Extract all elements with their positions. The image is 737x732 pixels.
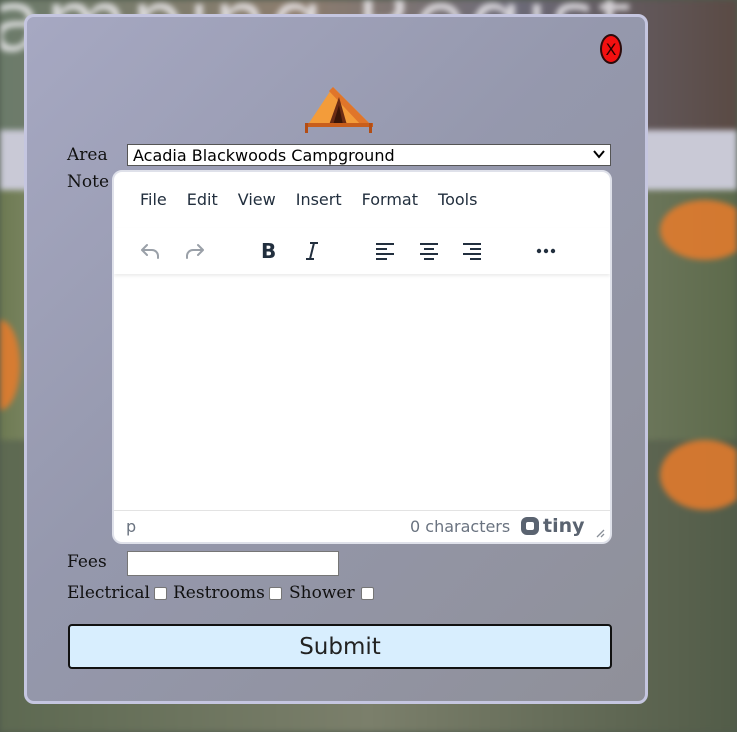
campground-modal: X Area Acadia Blackwoods Campground Note… — [24, 14, 648, 704]
area-label: Area — [67, 145, 108, 165]
svg-text:B: B — [261, 239, 276, 263]
tent-icon — [305, 87, 373, 133]
menu-insert[interactable]: Insert — [286, 190, 352, 216]
menu-tools[interactable]: Tools — [428, 190, 487, 216]
electrical-checkbox[interactable] — [154, 587, 167, 600]
menu-file[interactable]: File — [130, 190, 177, 216]
tiny-brand[interactable]: tiny — [520, 515, 585, 537]
note-label: Note — [67, 172, 110, 192]
fees-input[interactable] — [127, 551, 339, 576]
tiny-logo-icon — [521, 517, 539, 535]
chevron-down-icon — [593, 150, 605, 159]
align-right-icon[interactable] — [457, 236, 487, 266]
editor-statusbar: p 0 characters tiny — [114, 510, 610, 542]
align-center-icon[interactable] — [414, 236, 444, 266]
menu-view[interactable]: View — [228, 190, 286, 216]
element-path[interactable]: p — [126, 517, 136, 536]
rich-text-editor: File Edit View Insert Format Tools B p 0… — [112, 170, 612, 544]
bold-icon[interactable]: B — [253, 236, 283, 266]
menu-format[interactable]: Format — [352, 190, 428, 216]
character-count[interactable]: 0 characters — [410, 517, 510, 536]
area-select-value: Acadia Blackwoods Campground — [133, 145, 395, 165]
restrooms-checkbox[interactable] — [269, 587, 282, 600]
editor-toolbar: B — [114, 228, 610, 274]
shower-checkbox[interactable] — [361, 587, 374, 600]
close-button[interactable]: X — [600, 34, 622, 64]
fees-label: Fees — [67, 552, 107, 572]
redo-icon[interactable] — [180, 236, 210, 266]
more-icon[interactable] — [531, 236, 561, 266]
resize-handle-icon[interactable] — [595, 528, 605, 538]
tiny-brand-text: tiny — [543, 515, 585, 537]
undo-icon[interactable] — [135, 236, 165, 266]
amenity-restrooms-label: Restrooms — [173, 583, 265, 603]
editor-content-area[interactable] — [114, 280, 610, 512]
area-select[interactable]: Acadia Blackwoods Campground — [127, 144, 611, 166]
submit-button[interactable]: Submit — [68, 624, 612, 669]
editor-menubar: File Edit View Insert Format Tools — [114, 190, 487, 216]
amenity-shower-label: Shower — [289, 583, 355, 603]
align-left-icon[interactable] — [370, 236, 400, 266]
amenity-electrical-label: Electrical — [67, 583, 150, 603]
menu-edit[interactable]: Edit — [177, 190, 228, 216]
italic-icon[interactable] — [297, 236, 327, 266]
